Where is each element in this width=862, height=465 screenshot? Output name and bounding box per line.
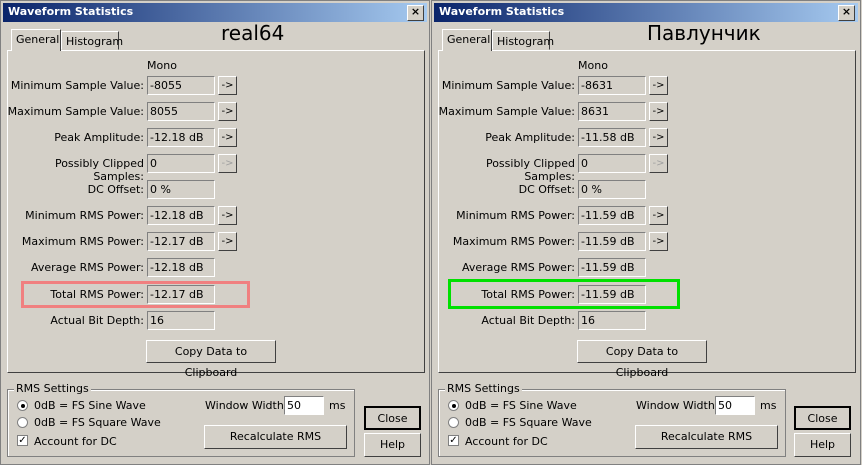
close-icon[interactable]: × <box>838 5 855 21</box>
bit-depth-value: 16 <box>578 311 646 330</box>
title-bar: Waveform Statistics × <box>434 3 858 22</box>
tab-histogram[interactable]: Histogram <box>61 31 123 50</box>
close-button[interactable]: Close <box>794 406 851 430</box>
waveform-statistics-window-left: Waveform Statistics × General Histogram … <box>0 0 430 465</box>
max-rms-value: -11.59 dB <box>578 232 646 251</box>
min-sample-value: -8631 <box>578 76 646 95</box>
window-width-input[interactable]: 50 <box>284 396 324 415</box>
min-rms-value: -11.59 dB <box>578 206 646 225</box>
goto-min-rms-button[interactable]: -> <box>649 206 668 225</box>
window-width-label: Window Width: <box>636 399 719 412</box>
goto-peak-button[interactable]: -> <box>649 128 668 147</box>
min-rms-label: Minimum RMS Power: <box>25 209 144 222</box>
tab-general[interactable]: General <box>11 29 61 51</box>
max-sample-label: Maximum Sample Value: <box>438 105 575 118</box>
min-sample-value: -8055 <box>147 76 215 95</box>
dc-offset-label: DC Offset: <box>87 183 144 196</box>
max-sample-value: 8631 <box>578 102 646 121</box>
sine-wave-radio[interactable] <box>448 400 459 411</box>
min-rms-label: Minimum RMS Power: <box>456 209 575 222</box>
bit-depth-label: Actual Bit Depth: <box>481 314 575 327</box>
tab-histogram[interactable]: Histogram <box>492 31 554 50</box>
avg-rms-value: -12.18 dB <box>147 258 215 277</box>
goto-min-rms-button[interactable]: -> <box>218 206 237 225</box>
goto-max-rms-button[interactable]: -> <box>649 232 668 251</box>
max-rms-label: Maximum RMS Power: <box>21 235 144 248</box>
window-title: Waveform Statistics <box>8 5 134 18</box>
dc-offset-label: DC Offset: <box>518 183 575 196</box>
window-title: Waveform Statistics <box>439 5 565 18</box>
window-width-label: Window Width: <box>205 399 288 412</box>
rms-settings-title: RMS Settings <box>445 382 522 395</box>
recalculate-rms-button[interactable]: Recalculate RMS <box>204 425 347 449</box>
channel-label: Mono <box>147 59 177 72</box>
caption-label: real64 <box>221 21 285 45</box>
max-rms-value: -12.17 dB <box>147 232 215 251</box>
close-button[interactable]: Close <box>364 406 421 430</box>
avg-rms-value: -11.59 dB <box>578 258 646 277</box>
min-rms-value: -12.18 dB <box>147 206 215 225</box>
min-sample-label: Minimum Sample Value: <box>441 79 575 92</box>
goto-clipped-button: -> <box>218 154 237 173</box>
goto-max-sample-button[interactable]: -> <box>218 102 237 121</box>
bit-depth-value: 16 <box>147 311 215 330</box>
sine-wave-label: 0dB = FS Sine Wave <box>34 399 146 412</box>
avg-rms-label: Average RMS Power: <box>30 261 144 274</box>
max-rms-label: Maximum RMS Power: <box>452 235 575 248</box>
goto-min-sample-button[interactable]: -> <box>649 76 668 95</box>
square-wave-radio[interactable] <box>448 417 459 428</box>
sine-wave-label: 0dB = FS Sine Wave <box>465 399 577 412</box>
rms-settings-title: RMS Settings <box>14 382 91 395</box>
waveform-statistics-window-right: Waveform Statistics × General Histogram … <box>431 0 861 465</box>
window-width-unit: ms <box>760 399 777 412</box>
square-wave-label: 0dB = FS Square Wave <box>465 416 592 429</box>
goto-peak-button[interactable]: -> <box>218 128 237 147</box>
tab-general[interactable]: General <box>442 29 492 51</box>
total-rms-label: Total RMS Power: <box>50 288 144 301</box>
close-icon[interactable]: × <box>407 5 424 21</box>
min-sample-label: Minimum Sample Value: <box>10 79 144 92</box>
account-dc-checkbox[interactable]: ✓ <box>17 435 28 446</box>
total-rms-label: Total RMS Power: <box>481 288 575 301</box>
goto-max-rms-button[interactable]: -> <box>218 232 237 251</box>
peak-amplitude-value: -12.18 dB <box>147 128 215 147</box>
clipped-samples-label: Possibly Clipped Samples: <box>485 157 575 183</box>
max-sample-value: 8055 <box>147 102 215 121</box>
avg-rms-label: Average RMS Power: <box>461 261 575 274</box>
goto-min-sample-button[interactable]: -> <box>218 76 237 95</box>
total-rms-value: -11.59 dB <box>578 285 646 304</box>
goto-clipped-button: -> <box>649 154 668 173</box>
clipped-samples-label: Possibly Clipped Samples: <box>54 157 144 183</box>
window-width-input[interactable]: 50 <box>715 396 755 415</box>
window-width-unit: ms <box>329 399 346 412</box>
channel-label: Mono <box>578 59 608 72</box>
recalculate-rms-button[interactable]: Recalculate RMS <box>635 425 778 449</box>
sine-wave-radio[interactable] <box>17 400 28 411</box>
peak-amplitude-value: -11.58 dB <box>578 128 646 147</box>
account-dc-label: Account for DC <box>34 435 117 448</box>
title-bar: Waveform Statistics × <box>3 3 427 22</box>
copy-to-clipboard-button[interactable]: Copy Data to Clipboard <box>146 340 276 379</box>
peak-amplitude-label: Peak Amplitude: <box>485 131 575 144</box>
dc-offset-value: 0 % <box>578 180 646 199</box>
help-button[interactable]: Help <box>364 433 421 457</box>
account-dc-label: Account for DC <box>465 435 548 448</box>
square-wave-radio[interactable] <box>17 417 28 428</box>
max-sample-label: Maximum Sample Value: <box>7 105 144 118</box>
square-wave-label: 0dB = FS Square Wave <box>34 416 161 429</box>
bit-depth-label: Actual Bit Depth: <box>50 314 144 327</box>
caption-label: Павлунчик <box>647 21 761 45</box>
help-button[interactable]: Help <box>794 433 851 457</box>
goto-max-sample-button[interactable]: -> <box>649 102 668 121</box>
total-rms-value: -12.17 dB <box>147 285 215 304</box>
copy-to-clipboard-button[interactable]: Copy Data to Clipboard <box>577 340 707 379</box>
clipped-samples-value: 0 <box>147 154 215 173</box>
dc-offset-value: 0 % <box>147 180 215 199</box>
clipped-samples-value: 0 <box>578 154 646 173</box>
account-dc-checkbox[interactable]: ✓ <box>448 435 459 446</box>
peak-amplitude-label: Peak Amplitude: <box>54 131 144 144</box>
